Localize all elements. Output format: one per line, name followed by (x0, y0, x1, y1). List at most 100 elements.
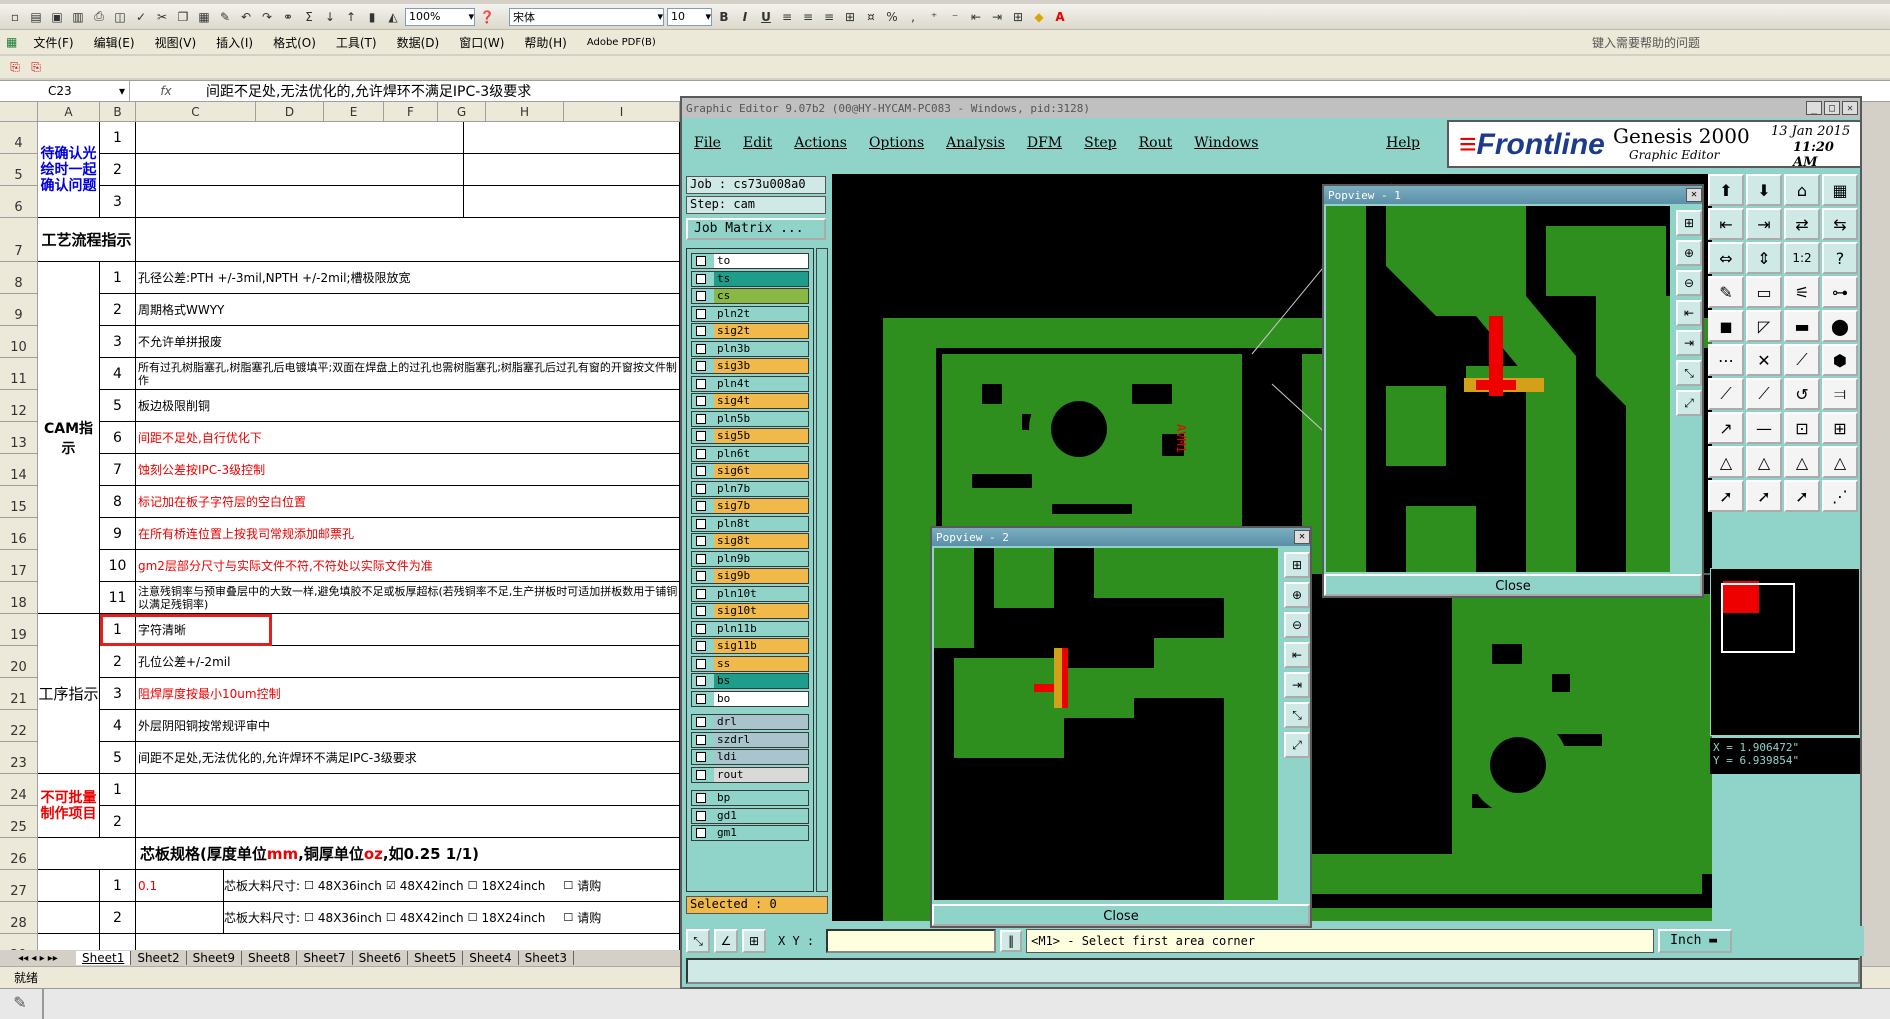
row-number[interactable]: 6 (100, 422, 136, 454)
row-number[interactable]: 9 (100, 518, 136, 550)
cell[interactable] (136, 122, 464, 154)
cut-icon[interactable]: ✂ (153, 8, 171, 26)
triangle-icon[interactable]: △ (1708, 446, 1744, 478)
copy-icon[interactable]: ❐ (174, 8, 192, 26)
layer-row[interactable]: sig6t (691, 463, 809, 479)
zoom-out-icon[interactable]: ⬇ (1746, 174, 1782, 206)
layer-checkbox[interactable] (696, 256, 706, 266)
arrow-icon[interactable]: ↗ (1708, 412, 1744, 444)
row-header[interactable]: 28 (0, 902, 38, 934)
row-number[interactable]: 1 (100, 262, 136, 294)
row-number[interactable]: 7 (100, 454, 136, 486)
italic-icon[interactable]: I (736, 8, 754, 26)
triangle4-icon[interactable]: △ (1822, 446, 1858, 478)
row-number[interactable]: 2 (100, 806, 136, 838)
track-icon[interactable]: ▬ (1784, 310, 1820, 342)
permission-icon[interactable]: ▥ (69, 8, 87, 26)
row-number[interactable]: 11 (100, 582, 136, 614)
procedure-instruction[interactable]: 间距不足处,无法优化的,允许焊环不满足IPC-3级要求 (136, 742, 680, 774)
corner-icon[interactable]: ◸ (1746, 310, 1782, 342)
group-cam-label[interactable]: CAM指示 (38, 262, 100, 614)
column-header[interactable]: F (384, 102, 438, 122)
align-right-icon[interactable]: ≡ (820, 8, 838, 26)
close-icon[interactable]: ✕ (1294, 530, 1310, 544)
menu-insert[interactable]: 插入(I) (206, 34, 263, 51)
row-header[interactable]: 16 (0, 518, 38, 550)
draw2-icon[interactable]: ⟋ (1746, 378, 1782, 410)
scale-icon[interactable]: 1:2 (1784, 242, 1820, 274)
layer-checkbox[interactable] (696, 536, 706, 546)
rotate-icon[interactable]: ↺ (1784, 378, 1820, 410)
group-process-label[interactable]: 工艺流程指示 (38, 218, 136, 262)
sheet-tab[interactable]: Sheet4 (463, 951, 519, 965)
fill-color-icon[interactable]: ◆ (1030, 8, 1048, 26)
slash-icon[interactable]: ⟋ (1784, 344, 1820, 376)
column-header[interactable]: B (100, 102, 136, 122)
procedure-instruction[interactable]: 阻焊厚度按最小10um控制 (136, 678, 680, 710)
layer-checkbox[interactable] (696, 448, 706, 459)
layer-checkbox[interactable] (696, 623, 706, 634)
checkbox-icon[interactable]: ☐ (304, 911, 314, 924)
bold-icon[interactable]: B (715, 8, 733, 26)
menu-adobe-pdf[interactable]: Adobe PDF(B) (577, 37, 666, 48)
layer-checkbox[interactable] (696, 291, 706, 301)
row-header[interactable]: 9 (0, 294, 38, 326)
popview-1-canvas[interactable] (1326, 206, 1670, 572)
layer-checkbox[interactable] (696, 273, 706, 284)
popview-tool-icon[interactable]: ⊕ (1676, 240, 1702, 266)
layer-checkbox[interactable] (696, 606, 706, 616)
sort-desc-icon[interactable]: ↑ (342, 8, 360, 26)
procedure-instruction[interactable]: 外层阴阳铜按常规评审中 (136, 710, 680, 742)
autosum-icon[interactable]: Σ (300, 8, 318, 26)
cursor3-icon[interactable]: ➚ (1784, 480, 1820, 512)
column-header[interactable]: D (256, 102, 324, 122)
formula-input[interactable]: 间距不足处,无法优化的,允许焊环不满足IPC-3级要求 (202, 81, 531, 101)
popview-tool-icon[interactable]: ⤡ (1284, 702, 1310, 728)
select-all-corner[interactable] (0, 102, 38, 122)
row-header[interactable]: 11 (0, 358, 38, 390)
layer-checkbox[interactable] (696, 553, 706, 564)
hex-icon[interactable]: ⬢ (1822, 344, 1858, 376)
popview-tool-icon[interactable]: ⇥ (1284, 672, 1310, 698)
undo-icon[interactable]: ↶ (237, 8, 255, 26)
layer-row[interactable]: ss (691, 655, 809, 672)
popview-tool-icon[interactable]: ⤢ (1676, 390, 1702, 416)
group-non-batch-label[interactable]: 不可批量制作项目 (38, 774, 100, 838)
layer-row[interactable]: drl (691, 714, 809, 730)
layer-row[interactable]: sig8t (691, 533, 809, 549)
layer-row[interactable]: pln3b (691, 340, 809, 357)
close-icon[interactable]: ✕ (1842, 101, 1858, 115)
cam-instruction[interactable]: 蚀刻公差按IPC-3级控制 (136, 454, 680, 486)
minimize-icon[interactable]: _ (1806, 101, 1822, 115)
checkbox-icon[interactable]: ☐ (563, 879, 573, 892)
layer-checkbox[interactable] (696, 693, 706, 704)
popview-tool-icon[interactable]: ⊞ (1284, 552, 1310, 578)
layer-row[interactable]: gm1 (691, 825, 809, 841)
menu-file[interactable]: 文件(F) (23, 34, 83, 51)
increase-indent-icon[interactable]: ⇥ (988, 8, 1006, 26)
row-number[interactable]: 3 (100, 326, 136, 358)
layer-checkbox[interactable] (696, 571, 706, 581)
sheet-tab[interactable]: Sheet6 (353, 951, 408, 965)
row-header[interactable]: 17 (0, 550, 38, 582)
gmenu-dfm[interactable]: DFM (1027, 135, 1062, 151)
popview-1-close-button[interactable]: Close (1324, 574, 1702, 596)
popview-tool-icon[interactable]: ⤢ (1284, 732, 1310, 758)
popview-tool-icon[interactable]: ⊖ (1284, 612, 1310, 638)
help-search-input[interactable]: 键入需要帮助的问题 (1582, 34, 1710, 51)
row-header[interactable]: 10 (0, 326, 38, 358)
cross-icon[interactable]: ✕ (1746, 344, 1782, 376)
gmenu-actions[interactable]: Actions (794, 135, 847, 151)
layer-row[interactable]: pln4t (691, 375, 809, 392)
cam-instruction[interactable]: 不允许单拼报废 (136, 326, 680, 358)
redo-icon[interactable]: ↷ (258, 8, 276, 26)
grid-icon[interactable]: ⊞ (742, 929, 766, 953)
expand-v-icon[interactable]: ⇕ (1746, 242, 1782, 274)
cam-instruction[interactable]: 所有过孔树脂塞孔,树脂塞孔后电镀填平;双面在焊盘上的过孔也需树脂塞孔;树脂塞孔后… (136, 358, 680, 390)
cell[interactable] (38, 934, 100, 950)
print-preview-icon[interactable]: ◫ (111, 8, 129, 26)
layer-row[interactable]: bs (691, 673, 809, 689)
row-header[interactable]: 8 (0, 262, 38, 294)
pen-icon[interactable]: ✎ (1708, 276, 1744, 308)
pdf-convert-icon[interactable]: ⎘ (6, 58, 24, 76)
